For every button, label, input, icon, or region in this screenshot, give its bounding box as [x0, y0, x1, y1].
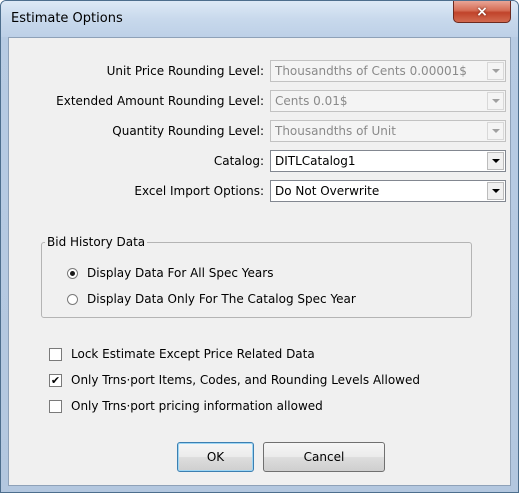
- quantity-rounding-label: Quantity Rounding Level:: [112, 124, 264, 138]
- radio-button[interactable]: [67, 293, 78, 305]
- checkbox-trnsport-items[interactable]: ✔ Only Trns·port Items, Codes, and Round…: [49, 373, 420, 387]
- catalog-select[interactable]: DITLCatalog1: [270, 150, 506, 172]
- checkbox-trnsport-pricing[interactable]: Only Trns·port pricing information allow…: [49, 399, 323, 413]
- chevron-down-icon: [487, 182, 504, 200]
- checkbox-lock-estimate-label: Lock Estimate Except Price Related Data: [71, 347, 315, 361]
- cancel-button-label: Cancel: [303, 450, 345, 464]
- bid-history-legend: Bid History Data: [45, 235, 148, 249]
- radio-all-spec-years[interactable]: Display Data For All Spec Years: [67, 266, 273, 280]
- chevron-down-icon: [487, 122, 504, 140]
- title-bar[interactable]: Estimate Options ×: [1, 1, 518, 37]
- chevron-down-icon: [487, 62, 504, 80]
- close-icon: ×: [476, 3, 488, 20]
- quantity-rounding-select[interactable]: Thousandths of Unit: [270, 120, 506, 142]
- checkbox-trnsport-items-label: Only Trns·port Items, Codes, and Roundin…: [71, 373, 420, 387]
- catalog-label: Catalog:: [213, 154, 264, 168]
- ok-button[interactable]: OK: [177, 442, 254, 472]
- chevron-down-icon: [487, 152, 504, 170]
- unit-price-rounding-label: Unit Price Rounding Level:: [106, 64, 264, 78]
- close-button[interactable]: ×: [453, 1, 511, 23]
- chevron-down-icon: [487, 92, 504, 110]
- checkbox[interactable]: [49, 399, 62, 413]
- extended-amount-rounding-select[interactable]: Cents 0.01$: [270, 90, 506, 112]
- quantity-rounding-value: Thousandths of Unit: [275, 124, 396, 138]
- unit-price-rounding-value: Thousandths of Cents 0.00001$: [275, 64, 467, 78]
- excel-import-label: Excel Import Options:: [134, 184, 264, 198]
- excel-import-select[interactable]: Do Not Overwrite: [270, 180, 506, 202]
- dialog-body: Unit Price Rounding Level: Thousandths o…: [8, 37, 511, 486]
- radio-catalog-spec-year-label: Display Data Only For The Catalog Spec Y…: [87, 292, 356, 306]
- checkbox[interactable]: [49, 347, 62, 361]
- radio-catalog-spec-year[interactable]: Display Data Only For The Catalog Spec Y…: [67, 292, 356, 306]
- check-icon: ✔: [50, 373, 61, 387]
- dialog-title: Estimate Options: [11, 11, 123, 26]
- radio-all-spec-years-label: Display Data For All Spec Years: [87, 266, 274, 280]
- checkbox-checked[interactable]: ✔: [49, 373, 62, 387]
- radio-button-selected[interactable]: [67, 267, 78, 279]
- excel-import-value: Do Not Overwrite: [275, 184, 380, 198]
- checkbox-lock-estimate[interactable]: Lock Estimate Except Price Related Data: [49, 347, 315, 361]
- checkbox-trnsport-pricing-label: Only Trns·port pricing information allow…: [71, 399, 323, 413]
- extended-amount-rounding-value: Cents 0.01$: [275, 94, 348, 108]
- bid-history-group: [41, 242, 472, 318]
- catalog-value: DITLCatalog1: [275, 154, 356, 168]
- unit-price-rounding-select[interactable]: Thousandths of Cents 0.00001$: [270, 60, 506, 82]
- ok-button-label: OK: [206, 450, 225, 464]
- estimate-options-dialog: Estimate Options × Unit Price Rounding L…: [0, 0, 519, 493]
- extended-amount-rounding-label: Extended Amount Rounding Level:: [56, 94, 264, 108]
- cancel-button[interactable]: Cancel: [263, 442, 385, 472]
